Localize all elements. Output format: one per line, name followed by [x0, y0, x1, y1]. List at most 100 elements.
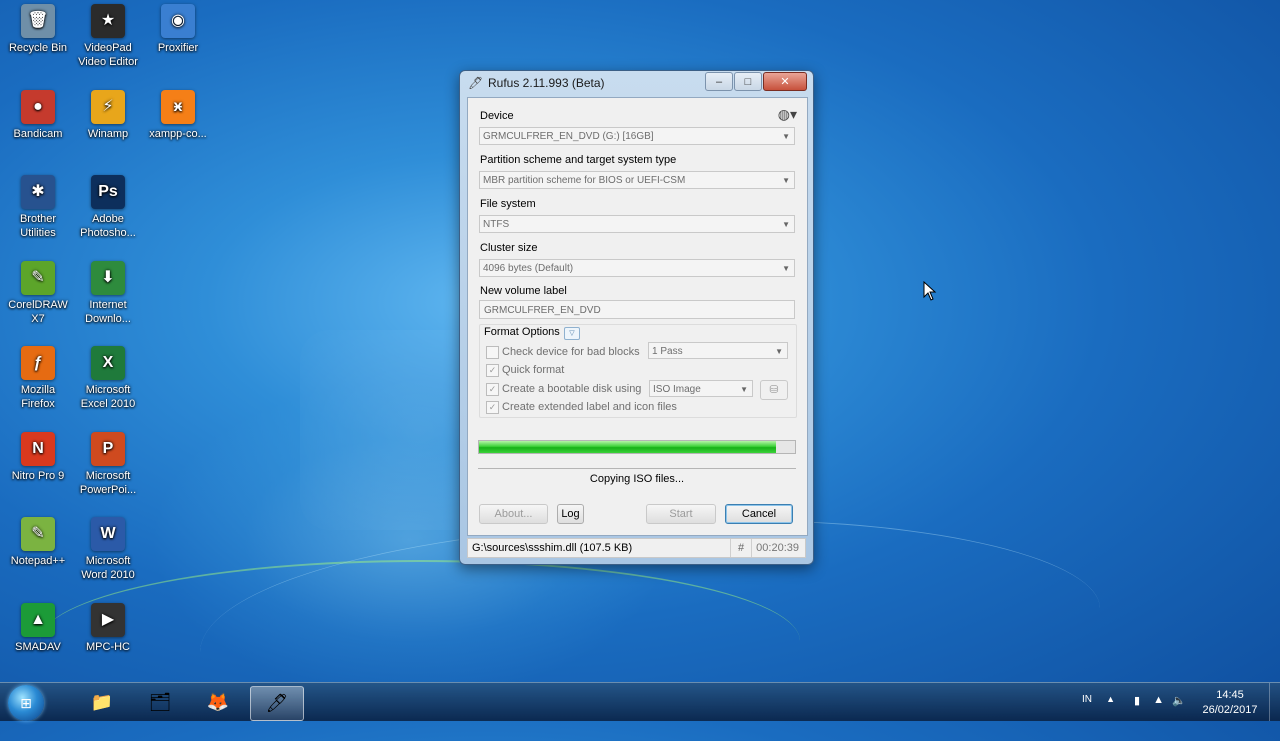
- file-system-label: File system: [480, 198, 536, 210]
- show-hidden-icons-icon[interactable]: ▲: [1106, 694, 1115, 704]
- format-options-title: Format Options: [484, 326, 564, 338]
- partition-scheme-dropdown[interactable]: MBR partition scheme for BIOS or UEFI-CS…: [479, 171, 795, 189]
- desktop-icon[interactable]: ✱ Brother Utilities: [3, 175, 73, 240]
- desktop-icon-label: Notepad++: [10, 555, 66, 567]
- desktop-icon[interactable]: ƒ Mozilla Firefox: [3, 346, 73, 411]
- volume-icon[interactable]: 🔈: [1172, 694, 1186, 707]
- title-bar[interactable]: 🖊 Rufus 2.11.993 (Beta) ‒ □ ✕: [460, 71, 813, 95]
- desktop-icon[interactable]: Ps Adobe Photosho...: [73, 175, 143, 240]
- libraries-icon: 📁: [90, 692, 114, 712]
- taskbar-item-rufus[interactable]: 🖊: [250, 686, 304, 721]
- partition-scheme-value: MBR partition scheme for BIOS or UEFI-CS…: [483, 175, 686, 186]
- boot-type-value: ISO Image: [653, 384, 701, 395]
- app-icon: ӿ: [161, 90, 195, 124]
- desktop-icon-label: MPC-HC: [86, 640, 130, 653]
- desktop-icon[interactable]: ▲ SMADAV: [3, 602, 73, 654]
- close-button[interactable]: ✕: [763, 72, 807, 91]
- app-icon: W: [91, 517, 125, 551]
- desktop-icon[interactable]: ⚡ Winamp: [73, 90, 143, 141]
- language-globe-icon[interactable]: ◍▾: [778, 106, 797, 123]
- extended-label-label: Create extended label and icon files: [502, 401, 677, 413]
- desktop-icon[interactable]: 🗑 Recycle Bin: [3, 4, 73, 55]
- bad-blocks-checkbox[interactable]: [486, 346, 499, 359]
- desktop-icon-label: Proxifier: [157, 42, 199, 54]
- rufus-window: 🖊 Rufus 2.11.993 (Beta) ‒ □ ✕ ◍▾ Device …: [459, 70, 814, 565]
- start-button[interactable]: Start: [646, 504, 716, 524]
- volume-label-label: New volume label: [480, 285, 567, 297]
- partition-scheme-label: Partition scheme and target system type: [480, 154, 677, 166]
- battery-icon[interactable]: ▮: [1134, 694, 1140, 707]
- quick-format-checkbox[interactable]: ✓: [486, 364, 499, 377]
- app-icon: ✱: [21, 175, 55, 209]
- taskbar-item-libraries[interactable]: 📁: [76, 686, 128, 719]
- usb-drive-icon: 🖊: [265, 693, 289, 713]
- input-language-indicator[interactable]: IN: [1082, 694, 1092, 705]
- extended-label-checkbox[interactable]: ✓: [486, 401, 499, 414]
- desktop-icon[interactable]: ӿ xampp-co...: [143, 90, 213, 141]
- bootable-label: Create a bootable disk using: [502, 383, 642, 395]
- desktop-icon-label: Microsoft Word 2010: [81, 555, 135, 581]
- chevron-down-icon: ▼: [782, 220, 790, 229]
- select-image-button[interactable]: ⛁: [760, 380, 788, 400]
- app-icon: ▶: [91, 602, 125, 637]
- desktop-icon[interactable]: ▶ MPC-HC: [73, 602, 143, 654]
- show-desktop-button[interactable]: [1269, 683, 1280, 721]
- app-icon: P: [91, 431, 125, 466]
- desktop-icon[interactable]: W Microsoft Word 2010: [73, 517, 143, 582]
- device-dropdown[interactable]: GRMCULFRER_EN_DVD (G:) [16GB] ▼: [479, 127, 795, 145]
- chevron-down-icon: ▼: [782, 132, 790, 141]
- taskbar-item-firefox[interactable]: 🦊: [192, 686, 244, 719]
- app-icon: ◉: [161, 4, 195, 38]
- desktop-icon[interactable]: ⬇ Internet Downlo...: [73, 260, 143, 326]
- elapsed-time: 00:20:39: [756, 542, 799, 554]
- desktop-icon-label: Microsoft PowerPoi...: [79, 469, 137, 496]
- volume-label-input[interactable]: GRMCULFRER_EN_DVD: [479, 300, 795, 319]
- bad-blocks-passes-dropdown[interactable]: 1 Pass ▼: [648, 342, 788, 359]
- bad-blocks-label: Check device for bad blocks: [502, 346, 640, 358]
- clock[interactable]: 14:45 26/02/2017: [1200, 688, 1260, 718]
- app-icon: ▲: [21, 602, 55, 637]
- minimize-button[interactable]: ‒: [705, 72, 733, 91]
- desktop-icon-label: Internet Downlo...: [85, 298, 131, 325]
- start-button[interactable]: ⊞: [8, 685, 44, 721]
- desktop-icon-label: Nitro Pro 9: [11, 469, 65, 482]
- cancel-button[interactable]: Cancel: [725, 504, 793, 524]
- bootable-checkbox[interactable]: ✓: [486, 383, 499, 396]
- taskbar: ⊞ 📁 🗂 🦊 🖊 IN ▲ ▮ ▲ 🔈 14:45 26/02/2017: [0, 682, 1280, 721]
- rufus-client-area: ◍▾ Device GRMCULFRER_EN_DVD (G:) [16GB] …: [467, 97, 808, 536]
- folder-icon: 🗂: [148, 692, 172, 712]
- file-system-dropdown[interactable]: NTFS ▼: [479, 215, 795, 233]
- format-options-toggle-icon[interactable]: ▽: [564, 327, 580, 340]
- log-button[interactable]: Log: [557, 504, 584, 524]
- app-icon: Ps: [91, 175, 125, 209]
- maximize-button[interactable]: □: [734, 72, 762, 91]
- desktop-icon-label: Bandicam: [13, 128, 63, 140]
- desktop-icon[interactable]: N Nitro Pro 9: [3, 431, 73, 483]
- boot-type-dropdown[interactable]: ISO Image ▼: [649, 380, 753, 397]
- desktop-icon[interactable]: X Microsoft Excel 2010: [73, 346, 143, 411]
- desktop-icon[interactable]: ★ VideoPad Video Editor: [73, 4, 143, 69]
- desktop-icon[interactable]: P Microsoft PowerPoi...: [73, 431, 143, 497]
- app-icon: X: [91, 346, 125, 380]
- clock-time: 14:45: [1216, 689, 1244, 701]
- network-icon[interactable]: ▲: [1153, 694, 1164, 706]
- usb-drive-icon: 🖊: [468, 76, 484, 90]
- desktop-icon-label: Recycle Bin: [8, 42, 68, 54]
- chevron-down-icon: ▼: [782, 176, 790, 185]
- desktop-icon-label: VideoPad Video Editor: [78, 42, 138, 68]
- about-button[interactable]: About...: [479, 504, 548, 524]
- desktop-icon[interactable]: ● Bandicam: [3, 90, 73, 141]
- hash-button[interactable]: #: [730, 539, 752, 557]
- windows-logo-icon: ⊞: [20, 695, 32, 711]
- cluster-size-dropdown[interactable]: 4096 bytes (Default) ▼: [479, 259, 795, 277]
- taskbar-item-file-explorer[interactable]: 🗂: [134, 686, 186, 719]
- desktop-icon-label: SMADAV: [15, 640, 61, 653]
- desktop-icon-label: Winamp: [87, 128, 129, 140]
- app-icon: ⬇: [91, 260, 125, 295]
- desktop-icon[interactable]: ◉ Proxifier: [143, 4, 213, 55]
- mouse-cursor-icon: [923, 281, 937, 301]
- desktop-icon[interactable]: ✎ CorelDRAW X7: [3, 260, 73, 326]
- desktop-icon[interactable]: ✎ Notepad++: [3, 517, 73, 568]
- app-icon: ⚡: [91, 90, 125, 124]
- app-icon: ✎: [21, 260, 55, 295]
